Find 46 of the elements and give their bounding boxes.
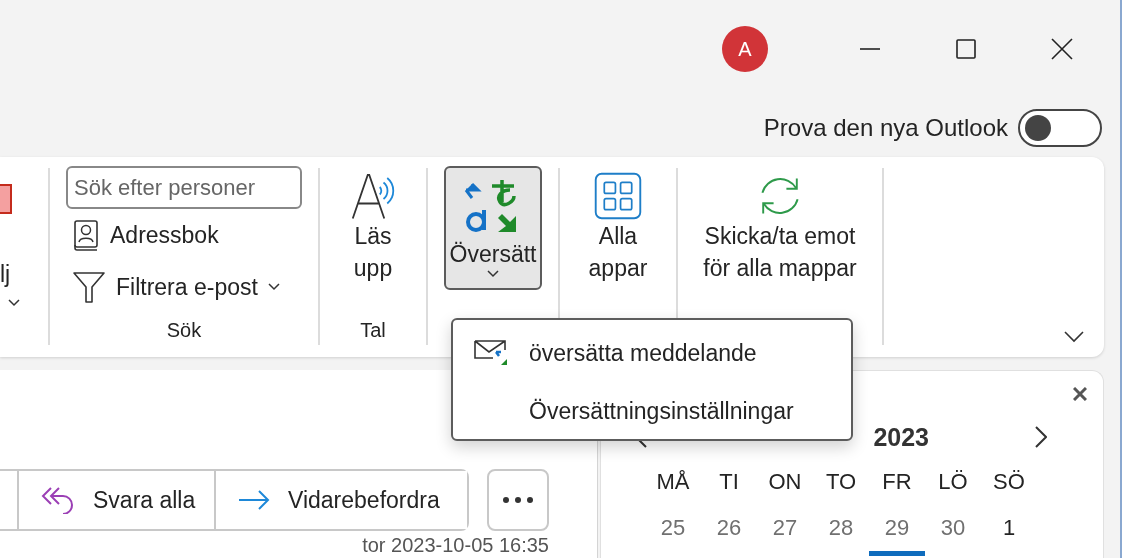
calendar-day[interactable]: 29 [869,505,925,556]
mail-translate-icon [474,340,508,366]
ribbon-button[interactable]: Skicka/ta emot för alla mappar [688,166,872,290]
more-icon [502,496,534,504]
calendar-day[interactable]: 28 [813,505,869,551]
calendar-day[interactable]: 30 [925,505,981,551]
weekday-label: LÖ [937,468,969,496]
group-label: Sök [165,318,203,343]
filter-icon [72,270,106,304]
ribbon-button[interactable]: Filtrera e-post [68,261,284,313]
toggle-label: Prova den nya Outlook [763,113,1008,142]
timestamp: tor 2023-10-05 16:35 [362,533,549,557]
calendar-day[interactable]: 25 [645,505,701,551]
forward-button[interactable]: Vidarebefordra [214,471,467,529]
maximize-icon [955,38,977,60]
chevron-down-icon[interactable] [1064,331,1084,343]
ribbon-button[interactable]: Adressbok [68,209,223,261]
ribbon-button[interactable]: Alla appar [570,166,666,290]
weekday-label: FR [881,468,913,496]
calendar-day[interactable]: 26 [701,505,757,551]
weekday-label: TO [824,468,858,496]
weekday-label: MÅ [655,468,691,496]
toggle-switch[interactable] [1018,108,1102,147]
forward-arrow-icon [238,490,270,510]
menu-item[interactable]: Översättningsinställningar [453,382,851,440]
minimize-icon [859,47,881,51]
close-icon[interactable] [1073,387,1087,401]
ribbon-button[interactable]: lj [0,259,48,289]
calendar-day[interactable]: 1 [981,505,1037,551]
weekday-label: ON [767,468,803,496]
next-icon[interactable] [1035,426,1047,448]
weekday-label: TI [718,468,740,496]
close-icon [1051,38,1073,60]
reply-all-icon [41,486,75,514]
ribbon-button[interactable]: Översätt [444,166,542,290]
menu-item[interactable]: översätta meddelande [453,324,851,382]
more-button[interactable] [487,469,549,531]
address-book-icon [72,219,100,251]
month-title: 2023 [873,422,929,452]
weekday-label: SÖ [992,468,1026,496]
search-field[interactable]: Sök efter personer [66,166,302,209]
chevron-down-icon [8,299,20,307]
calendar-day[interactable]: 27 [757,505,813,551]
avatar[interactable]: A [722,26,768,72]
group-label: Tal [359,318,387,343]
ribbon-button[interactable]: Läs upp [336,166,410,290]
